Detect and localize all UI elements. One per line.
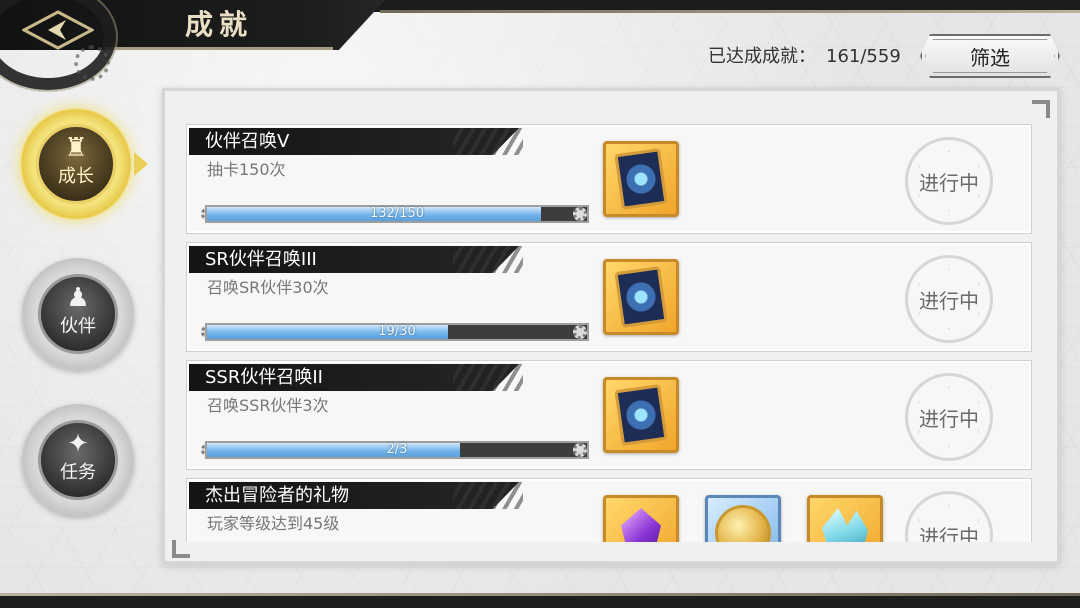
- active-tab-indicator: [134, 152, 148, 176]
- header-stripes: [453, 246, 523, 273]
- status-stamp: 进行中: [905, 255, 993, 343]
- summon-card-icon: [614, 148, 668, 210]
- achievement-name: SR伙伴召唤III: [205, 249, 317, 270]
- progress-bar: 2/3: [205, 441, 589, 459]
- progress-cap-right: [573, 443, 587, 457]
- hooded-figure-icon: ♜: [64, 133, 88, 163]
- reward-item[interactable]: [705, 495, 781, 542]
- reward-item[interactable]: [603, 259, 679, 335]
- achievement-list[interactable]: 伙伴召唤V 抽卡150次 132/150 进行中 SR伙伴召唤III 召唤SR伙…: [186, 124, 1034, 542]
- achievement-name: 杰出冒险者的礼物: [205, 485, 349, 506]
- status-text: 进行中: [919, 170, 979, 195]
- sidebar-tab-label: 成长: [58, 166, 94, 187]
- title-plate-edge: [105, 47, 333, 50]
- achievement-progress: 已达成成就： 161/559: [708, 44, 901, 70]
- reward-item[interactable]: [807, 495, 883, 542]
- panel-corner-decoration: [172, 540, 190, 558]
- progress-text: 2/3: [386, 442, 408, 457]
- sidebar-tab-growth[interactable]: ♜ 成长: [20, 108, 132, 220]
- filter-button[interactable]: 筛选: [920, 34, 1060, 78]
- back-button[interactable]: [14, 6, 102, 54]
- crystal-icon: [822, 508, 868, 542]
- summon-card-icon: [614, 266, 668, 328]
- progress-bar: 132/150: [205, 205, 589, 223]
- sidebar-tab-quest[interactable]: ✦ 任务: [22, 404, 134, 516]
- status-text: 进行中: [919, 406, 979, 431]
- achievement-name: SSR伙伴召唤II: [205, 367, 323, 388]
- achievement-desc: 召唤SR伙伴30次: [207, 278, 329, 297]
- panel-corner-decoration: [1032, 100, 1050, 118]
- back-arrow-icon: [22, 10, 94, 50]
- achievement-card[interactable]: 伙伴召唤V 抽卡150次 132/150 进行中: [186, 124, 1032, 234]
- status-stamp: 进行中: [905, 491, 993, 542]
- progress-text: 19/30: [378, 324, 416, 339]
- header-stripes: [453, 128, 523, 155]
- page-title: 成就: [185, 8, 254, 41]
- summon-card-icon: [614, 384, 668, 446]
- sidebar-tab-label: 伙伴: [60, 316, 96, 337]
- achievement-desc: 玩家等级达到45级: [207, 514, 340, 533]
- filter-button-label: 筛选: [970, 45, 1010, 70]
- book-flame-icon: ✦: [67, 429, 89, 459]
- achievement-progress-label: 已达成成就：: [708, 46, 816, 67]
- gold-coin-icon: [715, 505, 771, 542]
- status-stamp: 进行中: [905, 373, 993, 461]
- status-text: 进行中: [919, 524, 979, 543]
- achievement-card[interactable]: 杰出冒险者的礼物 玩家等级达到45级 进行中: [186, 478, 1032, 542]
- top-bar-accent: [380, 10, 1080, 13]
- reward-item[interactable]: [603, 495, 679, 542]
- bottom-strip: [0, 596, 1080, 608]
- status-stamp: 进行中: [905, 137, 993, 225]
- achievement-card[interactable]: SSR伙伴召唤II 召唤SSR伙伴3次 2/3 进行中: [186, 360, 1032, 470]
- group-icon: ♟: [66, 283, 90, 313]
- sidebar-tab-partner[interactable]: ♟ 伙伴: [22, 258, 134, 370]
- achievement-card[interactable]: SR伙伴召唤III 召唤SR伙伴30次 19/30 进行中: [186, 242, 1032, 352]
- header-stripes: [453, 482, 523, 509]
- progress-bar: 19/30: [205, 323, 589, 341]
- status-text: 进行中: [919, 288, 979, 313]
- achievement-name: 伙伴召唤V: [205, 131, 290, 152]
- progress-cap-right: [573, 325, 587, 339]
- reward-item[interactable]: [603, 377, 679, 453]
- achievement-desc: 召唤SSR伙伴3次: [207, 396, 329, 415]
- sidebar-tab-label: 任务: [60, 462, 96, 483]
- header-stripes: [453, 364, 523, 391]
- reward-item[interactable]: [603, 141, 679, 217]
- progress-cap-right: [573, 207, 587, 221]
- achievement-desc: 抽卡150次: [207, 160, 286, 179]
- achievement-progress-value: 161/559: [826, 46, 901, 67]
- purple-gem-icon: [621, 508, 661, 542]
- progress-text: 132/150: [369, 206, 424, 221]
